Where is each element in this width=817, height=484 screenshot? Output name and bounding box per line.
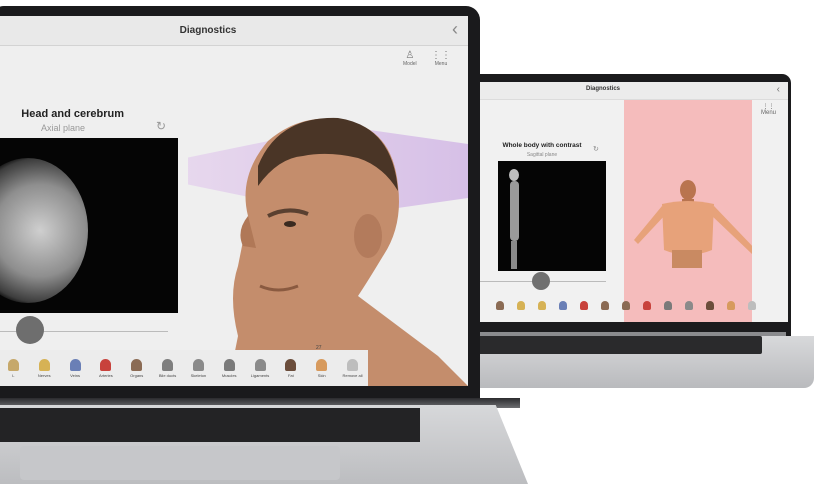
panel-title: Head and cerebrum <box>21 108 124 120</box>
layer-person-icon <box>316 358 328 371</box>
layer-person-icon <box>684 301 693 310</box>
front-screen: Diagnostics ‹ ♙ Model ⋮⋮ Menu Head and c… <box>0 16 468 386</box>
layer-label: Remove all <box>342 372 363 378</box>
axial-scan-image <box>0 138 178 313</box>
layer-person-icon <box>347 358 359 371</box>
layer-toggle-ligaments[interactable]: Ligaments <box>245 350 276 386</box>
layer-toggle-skin[interactable]: Skin <box>306 350 337 386</box>
layer-person-icon <box>726 301 735 310</box>
layer-label: L <box>12 372 15 378</box>
grid-icon: ⋮⋮ <box>431 50 451 61</box>
layer-label: Veins <box>70 372 80 378</box>
layer-toggle-item-3[interactable] <box>553 294 572 318</box>
chevron-left-icon[interactable]: ‹ <box>452 19 458 40</box>
layer-person-icon <box>747 301 756 310</box>
layer-person-icon <box>558 301 567 310</box>
layer-person-icon <box>537 301 546 310</box>
person-icon: ♙ <box>405 50 415 61</box>
layer-label: Muscles <box>221 372 237 378</box>
layer-person-icon <box>223 358 235 371</box>
layer-toggle-item-9[interactable] <box>679 294 698 318</box>
layer-toggle-skeleton[interactable]: Skeleton <box>183 350 214 386</box>
menu-button[interactable]: ⋮⋮ Menu <box>761 104 776 116</box>
menu-label: Menu <box>760 110 776 116</box>
layer-toggle-item-10[interactable] <box>700 294 719 318</box>
refresh-icon[interactable]: ↻ <box>593 145 599 153</box>
layer-person-icon <box>7 358 19 371</box>
layer-toggle-muscles[interactable]: Muscles <box>214 350 245 386</box>
layer-toggle-item-7[interactable] <box>637 294 656 318</box>
body-model-view[interactable] <box>624 100 756 322</box>
refresh-icon[interactable]: ↻ <box>156 119 166 133</box>
layer-person-icon <box>600 301 609 310</box>
front-laptop-keyboard <box>0 408 420 442</box>
layer-toggle-item-6[interactable] <box>616 294 635 318</box>
layer-person-icon <box>579 301 588 310</box>
front-laptop: Diagnostics ‹ ♙ Model ⋮⋮ Menu Head and c… <box>0 0 535 484</box>
layer-label: Arteries <box>99 372 113 378</box>
layer-toggle-arteries[interactable]: Arteries <box>90 350 121 386</box>
app-title: Diagnostics <box>179 25 237 36</box>
scene: Diagnostics ‹ ⋮⋮ Menu Whole body with co… <box>0 0 817 484</box>
panel-subtitle: Axial plane <box>40 123 85 133</box>
chevron-left-icon[interactable]: ‹ <box>777 84 780 95</box>
layer-toggle-item-12[interactable] <box>742 294 761 318</box>
layer-toggle-item-5[interactable] <box>595 294 614 318</box>
layer-person-icon <box>131 358 143 371</box>
layer-toggle-bile-ducts[interactable]: Bile ducts <box>152 350 183 386</box>
layer-toggle-item-8[interactable] <box>658 294 677 318</box>
layer-person-icon <box>69 358 81 371</box>
layer-toggle-item-11[interactable] <box>721 294 740 318</box>
head-model-view[interactable] <box>208 96 468 386</box>
layer-label: Bile ducts <box>158 372 177 378</box>
model-label: Model <box>403 61 417 67</box>
layer-toolbar: L Nerves Veins Arteries Organs Bile ducts Skel… <box>0 350 368 386</box>
layer-label: Skin <box>317 372 326 378</box>
layer-person-icon <box>621 301 630 310</box>
model-button[interactable]: ♙ Model <box>403 50 417 67</box>
layer-person-icon <box>663 301 672 310</box>
brain-slice <box>0 158 88 303</box>
layer-person-icon <box>100 358 112 371</box>
layer-person-icon <box>254 358 266 371</box>
plane-slider-handle[interactable] <box>16 316 44 344</box>
layer-toggle-item-4[interactable] <box>574 294 593 318</box>
layer-person-icon <box>705 301 714 310</box>
layer-person-icon <box>192 358 204 371</box>
layer-toggle-organs[interactable]: Organs <box>121 350 152 386</box>
menu-label: Menu <box>434 61 448 67</box>
layer-label: Organs <box>130 372 144 378</box>
layer-person-icon <box>162 358 174 371</box>
header-bar: Diagnostics ‹ <box>0 16 468 46</box>
figure-illustration <box>634 180 756 268</box>
layer-label: Ligaments <box>250 372 270 378</box>
menu-button[interactable]: ⋮⋮ Menu <box>431 50 451 67</box>
layer-toggle-remove-all[interactable]: Remove all <box>337 350 368 386</box>
layer-toggle-fat[interactable]: Fat <box>275 350 306 386</box>
layer-toggle-veins[interactable]: Veins <box>60 350 91 386</box>
layer-toggle-nerves[interactable]: Nerves <box>29 350 60 386</box>
layer-label: Skeleton <box>190 372 207 378</box>
layer-person-icon <box>642 301 651 310</box>
layer-toggle-l[interactable]: L <box>0 350 29 386</box>
layer-label: Nerves <box>37 372 51 378</box>
layer-person-icon <box>38 358 50 371</box>
layer-label: Fat <box>287 372 294 378</box>
layer-person-icon <box>285 358 297 371</box>
front-laptop-trackpad <box>20 446 340 480</box>
